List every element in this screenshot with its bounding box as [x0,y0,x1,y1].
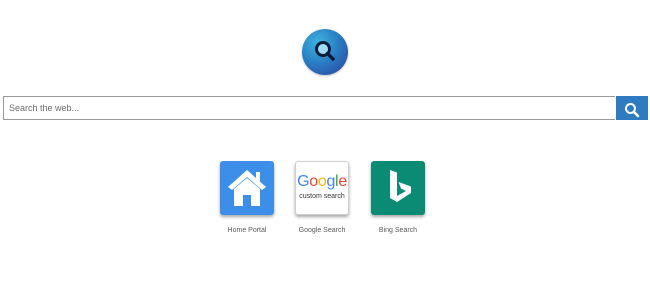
magnifier-logo-icon [302,29,348,75]
shortcut-bing-search[interactable]: Bing Search [370,161,426,234]
google-custom-search-logo: Google custom search [295,161,349,215]
google-logo-text: Google [297,173,347,190]
shortcut-label: Bing Search [378,227,418,234]
new-tab-page: Home Portal Google custom search Google … [0,0,650,304]
home-icon [220,161,274,215]
search-button[interactable] [616,96,648,120]
custom-search-text: custom search [299,193,345,200]
bing-logo-icon [371,161,425,215]
shortcut-home-portal[interactable]: Home Portal [219,161,275,234]
shortcut-google-search[interactable]: Google custom search Google Search [294,161,350,234]
search-bar [3,96,648,120]
search-input[interactable] [3,96,615,120]
search-icon [625,103,640,118]
